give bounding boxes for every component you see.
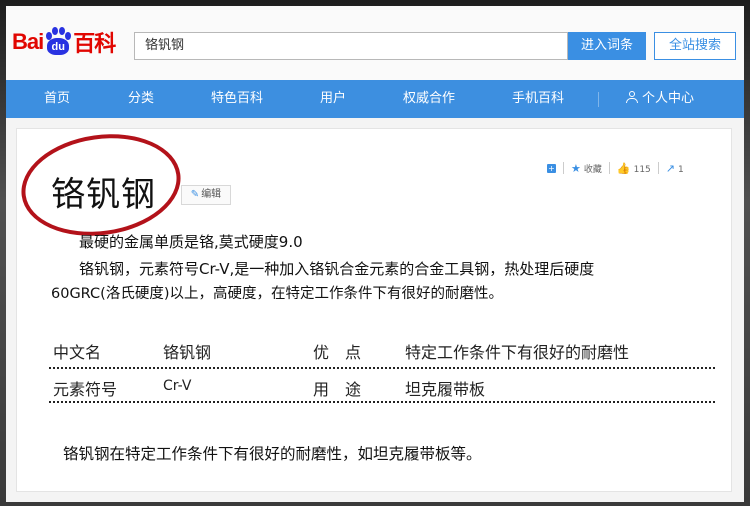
star-icon: ★ bbox=[571, 161, 581, 175]
favorite-button[interactable]: ★ 收藏 bbox=[571, 162, 602, 175]
like-button[interactable]: 👍 115 bbox=[617, 162, 651, 175]
header: Bai du 百科 铬钒钢 进入词条 全站搜索 bbox=[6, 6, 744, 80]
row-divider bbox=[49, 367, 715, 369]
info-value: 特定工作条件下有很好的耐磨性 bbox=[405, 343, 630, 362]
logo-text-bai: Bai bbox=[12, 29, 44, 54]
share-count: 1 bbox=[678, 164, 684, 175]
summary-line: 铬钒钢，元素符号Cr-V,是一种加入铬钒合金元素的合金工具钢，热处理后硬度 bbox=[79, 260, 595, 278]
like-count: 115 bbox=[633, 164, 651, 175]
body-text: 铬钒钢在特定工作条件下有很好的耐磨性，如坦克履带板等。 bbox=[63, 445, 482, 463]
edit-label: 编辑 bbox=[201, 189, 222, 200]
nav-item-mobile[interactable]: 手机百科 bbox=[512, 80, 564, 118]
info-label: 元素符号 bbox=[53, 380, 118, 399]
info-value: Cr-V bbox=[163, 378, 192, 394]
nav-item-categories[interactable]: 分类 bbox=[128, 80, 154, 118]
info-label: 用 途 bbox=[313, 380, 362, 399]
share-button[interactable]: ↗ 1 bbox=[666, 162, 684, 175]
nav-item-home[interactable]: 首页 bbox=[44, 80, 70, 118]
info-label: 优 点 bbox=[313, 343, 362, 362]
share-icon: ↗ bbox=[665, 161, 675, 175]
nav-item-user-center[interactable]: 个人中心 bbox=[626, 80, 694, 118]
favorite-label: 收藏 bbox=[583, 164, 602, 175]
nav-item-featured[interactable]: 特色百科 bbox=[211, 80, 263, 118]
add-icon[interactable]: + bbox=[547, 163, 556, 173]
info-value: 坦克履带板 bbox=[405, 380, 486, 399]
info-value: 铬钒钢 bbox=[163, 343, 212, 362]
paw-icon: du bbox=[44, 27, 72, 57]
entry-content: 铬钒钢 ✎ 编辑 + ★ 收藏 👍 115 ↗ 1 最硬的金属单质是铬,莫式硬度9.0 … bbox=[14, 124, 732, 492]
user-center-label: 个人中心 bbox=[642, 91, 695, 106]
red-highlight-circle bbox=[14, 124, 188, 246]
pencil-icon: ✎ bbox=[190, 189, 200, 200]
summary-line: 最硬的金属单质是铬,莫式硬度9.0 bbox=[79, 233, 303, 251]
browser-viewport: Bai du 百科 铬钒钢 进入词条 全站搜索 首页 分类 特色百科 用户 权威… bbox=[6, 6, 744, 502]
info-label: 中文名 bbox=[53, 343, 102, 362]
nav-item-users[interactable]: 用户 bbox=[320, 80, 346, 118]
nav-divider bbox=[598, 92, 599, 107]
nav-item-partners[interactable]: 权威合作 bbox=[403, 80, 455, 118]
logo-text-du: du bbox=[47, 38, 70, 55]
summary-line: 60GRC(洛氏硬度)以上，高硬度，在特定工作条件下有很好的耐磨性。 bbox=[51, 286, 503, 302]
entry-toolbar: + ★ 收藏 👍 115 ↗ 1 bbox=[547, 159, 684, 177]
search-input[interactable]: 铬钒钢 bbox=[134, 32, 568, 60]
logo-text-baike: 百科 bbox=[73, 31, 116, 56]
row-divider bbox=[49, 401, 715, 403]
user-icon bbox=[626, 91, 638, 103]
thumbs-up-icon: 👍 bbox=[616, 161, 631, 175]
edit-button[interactable]: ✎ 编辑 bbox=[181, 185, 231, 205]
main-nav: 首页 分类 特色百科 用户 权威合作 手机百科 个人中心 bbox=[6, 80, 744, 118]
enter-entry-button[interactable]: 进入词条 bbox=[568, 32, 646, 60]
baidu-baike-logo[interactable]: Bai du 百科 bbox=[12, 24, 116, 60]
site-search-button[interactable]: 全站搜索 bbox=[654, 32, 736, 60]
